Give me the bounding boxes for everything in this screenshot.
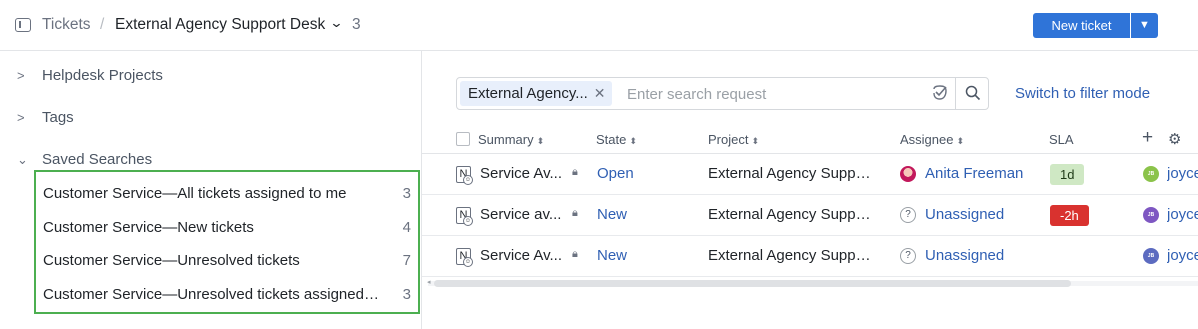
tree-item-label: Helpdesk Projects bbox=[42, 67, 163, 84]
saved-search-item[interactable]: Customer Service—All tickets assigned to… bbox=[43, 185, 411, 205]
saved-search-count: 3 bbox=[402, 185, 411, 202]
tree-item-saved-searches[interactable]: ⌄ Saved Searches bbox=[17, 151, 152, 168]
chip-label: External Agency... bbox=[468, 85, 588, 102]
new-ticket-button[interactable]: New ticket bbox=[1033, 13, 1130, 38]
saved-search-count: 4 bbox=[402, 219, 411, 236]
row-summary[interactable]: Service Av... bbox=[480, 247, 568, 264]
breadcrumb-separator: / bbox=[100, 16, 105, 33]
column-label: Project bbox=[708, 132, 749, 147]
row-project: External Agency Support Desk bbox=[708, 165, 873, 182]
row-reporter[interactable]: joyce bbox=[1167, 165, 1198, 182]
sla-badge: 1d bbox=[1050, 164, 1085, 185]
saved-searches-list: Customer Service—All tickets assigned to… bbox=[34, 170, 420, 314]
unassigned-icon: ? bbox=[900, 207, 916, 223]
saved-search-label: Customer Service—All tickets assigned to… bbox=[43, 185, 347, 202]
column-label: Assignee bbox=[900, 132, 954, 147]
avatar bbox=[900, 166, 916, 182]
switch-to-filter-mode-link[interactable]: Switch to filter mode bbox=[1015, 85, 1150, 102]
sort-icon: ⬍ bbox=[629, 136, 637, 146]
top-bar: Tickets / External Agency Support Desk ⌄… bbox=[0, 0, 1198, 51]
ticket-type-icon: N ☺ bbox=[456, 248, 473, 267]
saved-search-label: Customer Service—Unresolved tickets assi… bbox=[43, 286, 383, 303]
tree-item-helpdesk-projects[interactable]: > Helpdesk Projects bbox=[17, 67, 163, 84]
column-assignee[interactable]: Assignee ⬍ bbox=[900, 132, 964, 147]
row-project: External Agency Support Desk bbox=[708, 206, 873, 223]
column-summary[interactable]: Summary ⬍ bbox=[478, 132, 544, 147]
plus-icon[interactable]: + bbox=[1142, 127, 1153, 149]
gear-icon[interactable]: ⚙ bbox=[1168, 130, 1181, 148]
chevron-down-icon: ⌄ bbox=[17, 152, 28, 167]
lock-icon: 🔒︎ bbox=[572, 166, 578, 178]
sort-icon: ⬍ bbox=[536, 136, 545, 146]
close-icon[interactable]: ✕ bbox=[594, 85, 606, 101]
saved-search-item[interactable]: Customer Service—Unresolved tickets 7 bbox=[43, 252, 411, 272]
sidebar-toggle-icon[interactable] bbox=[15, 18, 31, 32]
row-assignee[interactable]: Anita Freeman bbox=[925, 165, 1023, 182]
column-label: Summary bbox=[478, 132, 534, 147]
row-state[interactable]: New bbox=[597, 206, 627, 223]
query-assist-icon[interactable] bbox=[931, 84, 949, 102]
row-assignee[interactable]: Unassigned bbox=[925, 247, 1004, 264]
channel-icon: ☺ bbox=[463, 257, 473, 267]
search-bar: External Agency... ✕ bbox=[456, 77, 989, 110]
tree-item-label: Tags bbox=[42, 109, 74, 126]
sort-icon: ⬍ bbox=[751, 136, 760, 146]
row-summary[interactable]: Service Av... bbox=[480, 165, 568, 182]
table-row[interactable]: N ☺ Service Av... 🔒︎ New External Agency … bbox=[422, 236, 1198, 277]
lock-icon: 🔒︎ bbox=[572, 207, 578, 219]
row-assignee[interactable]: Unassigned bbox=[925, 206, 1004, 223]
breadcrumb-tickets[interactable]: Tickets bbox=[42, 16, 91, 34]
saved-search-count: 7 bbox=[402, 252, 411, 269]
table-row[interactable]: N ☺ Service Av... 🔒︎ Open External Agency… bbox=[422, 154, 1198, 195]
chevron-down-icon: ▼ bbox=[1139, 19, 1150, 31]
horizontal-scrollbar[interactable] bbox=[434, 280, 1071, 287]
ticket-count: 3 bbox=[352, 16, 361, 33]
column-label: State bbox=[596, 132, 627, 147]
search-context-chip[interactable]: External Agency... ✕ bbox=[460, 81, 612, 106]
scroll-left-icon[interactable]: ◂ bbox=[427, 278, 431, 286]
chevron-right-icon: > bbox=[17, 68, 25, 83]
column-state[interactable]: State ⬍ bbox=[596, 132, 637, 147]
row-reporter[interactable]: joyce bbox=[1167, 247, 1198, 264]
column-label: SLA bbox=[1049, 132, 1074, 147]
ticket-type-icon: N ☺ bbox=[456, 166, 473, 185]
unassigned-icon: ? bbox=[900, 248, 916, 264]
avatar: JB bbox=[1143, 166, 1159, 182]
ticket-type-icon: N ☺ bbox=[456, 207, 473, 226]
saved-search-label: Customer Service—New tickets bbox=[43, 219, 254, 236]
chevron-right-icon: > bbox=[17, 110, 25, 125]
avatar: JB bbox=[1143, 248, 1159, 264]
table-row[interactable]: N ☺ Service av... 🔒︎ New External Agency … bbox=[422, 195, 1198, 236]
saved-search-item[interactable]: Customer Service—Unresolved tickets assi… bbox=[43, 286, 411, 306]
row-reporter[interactable]: joyce bbox=[1167, 206, 1198, 223]
saved-search-count: 3 bbox=[402, 286, 411, 303]
row-summary[interactable]: Service av... bbox=[480, 206, 568, 223]
chevron-down-icon[interactable]: ⌄ bbox=[329, 15, 343, 31]
select-all-checkbox[interactable] bbox=[456, 132, 470, 146]
row-project: External Agency Support Desk bbox=[708, 247, 873, 264]
channel-icon: ☺ bbox=[463, 216, 473, 226]
column-project[interactable]: Project ⬍ bbox=[708, 132, 759, 147]
sla-badge: -2h bbox=[1050, 205, 1089, 226]
search-input[interactable] bbox=[627, 84, 927, 104]
new-ticket-dropdown-button[interactable]: ▼ bbox=[1131, 13, 1158, 38]
row-state[interactable]: Open bbox=[597, 165, 634, 182]
column-sla[interactable]: SLA bbox=[1049, 132, 1074, 147]
tree-item-label: Saved Searches bbox=[42, 151, 153, 168]
table-header: Summary ⬍ State ⬍ Project ⬍ Assignee ⬍ SLA +… bbox=[422, 126, 1198, 154]
channel-icon: ☺ bbox=[463, 175, 473, 185]
avatar: JB bbox=[1143, 207, 1159, 223]
project-title[interactable]: External Agency Support Desk bbox=[115, 16, 325, 34]
saved-search-label: Customer Service—Unresolved tickets bbox=[43, 252, 300, 269]
tree-item-tags[interactable]: > Tags bbox=[17, 109, 74, 126]
sort-icon: ⬍ bbox=[956, 136, 965, 146]
lock-icon: 🔒︎ bbox=[572, 248, 578, 260]
saved-search-item[interactable]: Customer Service—New tickets 4 bbox=[43, 219, 411, 239]
search-button[interactable] bbox=[955, 78, 989, 109]
search-icon bbox=[965, 85, 981, 101]
row-state[interactable]: New bbox=[597, 247, 627, 264]
